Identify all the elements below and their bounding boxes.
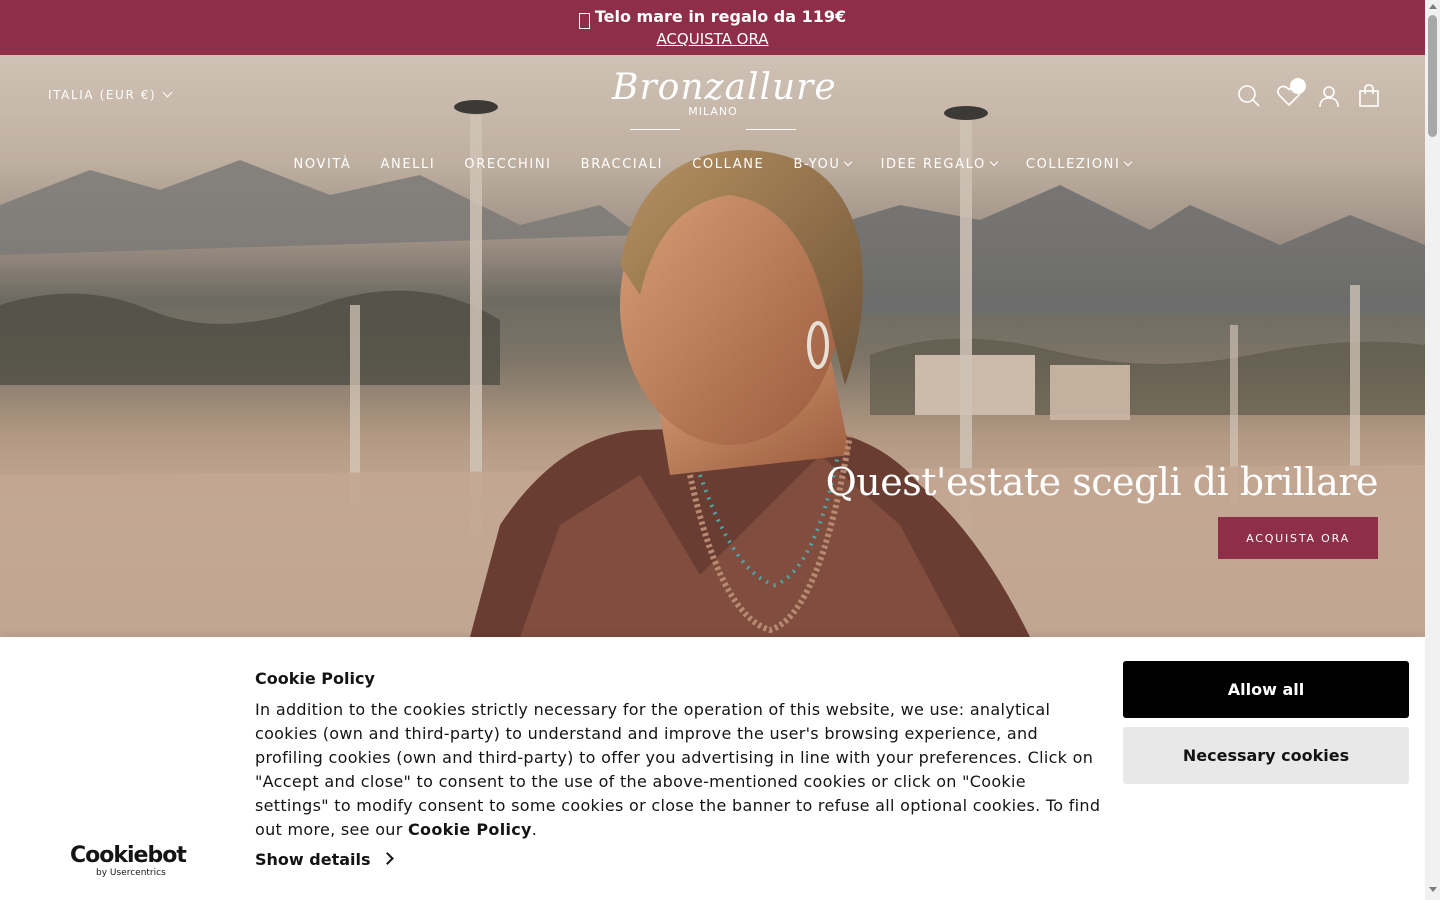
nav-item-b-you[interactable]: B-YOU (793, 157, 853, 172)
brand-logo[interactable]: Bronzallure MILANO (612, 61, 836, 139)
nav-item-idee-regalo[interactable]: IDEE REGALO (881, 157, 999, 172)
hero-headline: Quest'estate scegli di brillare (825, 460, 1379, 504)
page-scrollbar[interactable] (1425, 0, 1440, 900)
wishlist-heart-icon[interactable] (1276, 78, 1306, 109)
cart-bag-icon[interactable] (1356, 83, 1382, 109)
hero-banner: ITALIA (EUR €) Bronzallure MILANO NOVITÀ… (0, 55, 1425, 637)
cookie-policy-link[interactable]: Cookie Policy (408, 820, 532, 839)
show-details-link[interactable]: Show details (255, 850, 394, 869)
nav-item-collezioni[interactable]: COLLEZIONI (1026, 157, 1133, 172)
show-details-label: Show details (255, 850, 371, 869)
chevron-down-icon (1124, 157, 1133, 167)
nav-item-collane[interactable]: COLLANE (692, 157, 764, 172)
cookiebot-logo: Cookiebot by Usercentrics (70, 843, 187, 879)
announcement-text: Telo mare in regalo da 119€ (594, 7, 847, 26)
scroll-thumb[interactable] (1428, 15, 1437, 137)
gift-icon: g (578, 13, 590, 29)
chevron-down-icon (162, 87, 173, 98)
cookiebot-brand: Cookiebot (70, 843, 187, 868)
chevron-down-icon (989, 157, 999, 167)
chevron-down-icon (844, 157, 853, 167)
allow-all-button[interactable]: Allow all (1123, 661, 1409, 718)
cookiebot-brand-sub: by Usercentrics (96, 868, 166, 878)
main-nav: NOVITÀ ANELLI ORECCHINI BRACCIALI COLLAN… (0, 153, 1425, 172)
cookie-banner: Cookiebot by Usercentrics Cookie Policy … (0, 637, 1425, 900)
country-selector-label: ITALIA (EUR €) (48, 88, 157, 102)
logo-rule-right (746, 129, 796, 130)
search-icon[interactable] (1236, 83, 1262, 109)
hero-photo (0, 100, 1425, 637)
cookie-title: Cookie Policy (255, 669, 375, 688)
logo-rule-left (630, 129, 680, 130)
nav-item-bracciali[interactable]: BRACCIALI (581, 157, 663, 172)
country-selector[interactable]: ITALIA (EUR €) (48, 87, 173, 102)
scroll-down-arrow-icon[interactable] (1429, 887, 1437, 892)
nav-item-novita[interactable]: NOVITÀ (294, 157, 352, 172)
wishlist-badge (1290, 78, 1306, 94)
nav-item-orecchini[interactable]: ORECCHINI (464, 157, 551, 172)
hero-shop-button[interactable]: ACQUISTA ORA (1218, 517, 1378, 559)
announcement-bar: gTelo mare in regalo da 119€ ACQUISTA OR… (0, 0, 1425, 55)
announcement-link[interactable]: ACQUISTA ORA (0, 29, 1425, 49)
nav-item-anelli[interactable]: ANELLI (381, 157, 436, 172)
chevron-right-icon (380, 852, 394, 865)
cookie-body-text: In addition to the cookies strictly nece… (255, 700, 1101, 839)
necessary-cookies-button[interactable]: Necessary cookies (1123, 727, 1409, 784)
scroll-up-arrow-icon[interactable] (1429, 4, 1437, 9)
cookie-body: In addition to the cookies strictly nece… (255, 700, 1101, 839)
account-icon[interactable] (1316, 83, 1342, 109)
